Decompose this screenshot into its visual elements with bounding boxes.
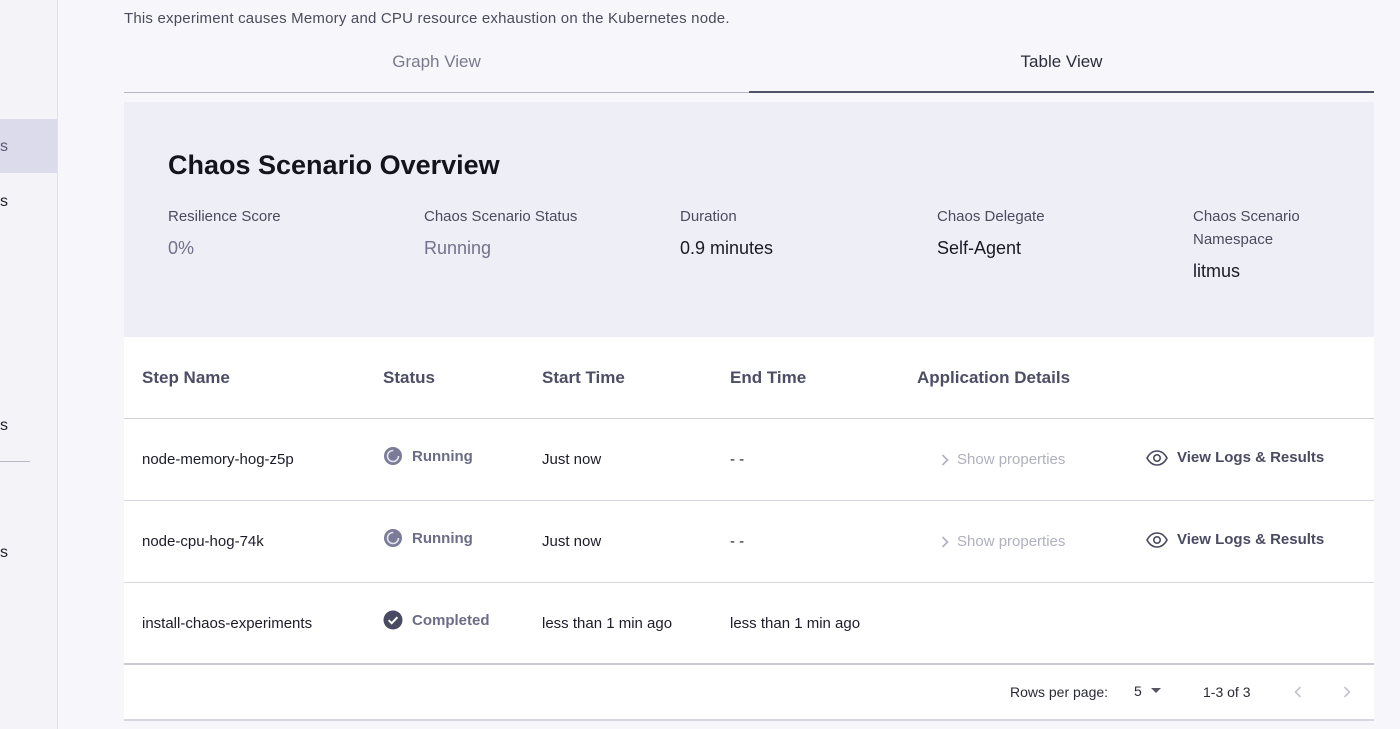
sidebar-item-label: s — [0, 193, 8, 210]
column-header-status[interactable]: Status — [383, 368, 435, 388]
scenario-overview-panel: Chaos Scenario Overview Resilience Score… — [124, 102, 1374, 337]
view-logs-button[interactable]: View Logs & Results — [1146, 449, 1324, 466]
caret-down-icon — [1150, 688, 1161, 693]
sidebar-item-label: s — [0, 417, 8, 434]
overview-duration: Duration 0.9 minutes — [680, 205, 920, 259]
table-row: install-chaos-experiments Completed less… — [124, 583, 1374, 665]
steps-table: Step Name Status Start Time End Time App… — [124, 337, 1374, 721]
tab-graph-view[interactable]: Graph View — [124, 40, 749, 93]
column-header-end-time[interactable]: End Time — [730, 368, 806, 388]
table-row: node-memory-hog-z5p Running Just now - -… — [124, 419, 1374, 501]
field-label: Resilience Score — [168, 208, 281, 225]
show-properties-button[interactable]: Show properties — [941, 533, 1065, 550]
table-pagination: Rows per page: 5 1-3 of 3 — [124, 665, 1374, 721]
chevron-left-icon — [1294, 686, 1302, 698]
sidebar-item-label: s — [0, 544, 8, 561]
status-badge: Completed — [383, 610, 490, 630]
status-badge: Running — [383, 446, 473, 466]
chevron-right-icon — [941, 535, 949, 548]
field-value: 0.9 minutes — [680, 238, 774, 258]
end-time: - - — [730, 533, 745, 550]
table-header: Step Name Status Start Time End Time App… — [124, 337, 1374, 419]
eye-icon — [1146, 531, 1168, 548]
step-name: node-cpu-hog-74k — [142, 533, 264, 550]
start-time: Just now — [542, 451, 602, 468]
next-page-button[interactable] — [1337, 682, 1357, 702]
running-status-icon — [384, 447, 402, 465]
sidebar-item-label: s — [0, 138, 8, 155]
running-status-icon — [384, 529, 402, 547]
status-label: Running — [412, 529, 473, 547]
table-row: node-cpu-hog-74k Running Just now - - Sh… — [124, 501, 1374, 583]
sidebar-item[interactable]: s — [0, 417, 57, 435]
experiment-description: This experiment causes Memory and CPU re… — [124, 10, 730, 27]
sidebar-divider — [0, 461, 30, 462]
eye-icon — [1146, 449, 1168, 466]
show-properties-button[interactable]: Show properties — [941, 451, 1065, 468]
view-logs-label: View Logs & Results — [1177, 531, 1325, 548]
previous-page-button[interactable] — [1288, 682, 1308, 702]
step-name: node-memory-hog-z5p — [142, 451, 294, 468]
field-label: Chaos Scenario Status — [424, 208, 578, 225]
status-label: Completed — [412, 611, 490, 629]
overview-scenario-status: Chaos Scenario Status Running — [424, 205, 664, 259]
sidebar: s s s s — [0, 0, 58, 729]
field-value: litmus — [1193, 261, 1241, 281]
overview-title: Chaos Scenario Overview — [168, 150, 500, 180]
rows-per-page-value: 5 — [1134, 683, 1142, 699]
pagination-range: 1-3 of 3 — [1203, 684, 1251, 700]
tab-table-view[interactable]: Table View — [749, 40, 1374, 93]
field-label: Chaos Scenario Namespace — [1193, 208, 1300, 248]
rows-per-page-label: Rows per page: — [1010, 684, 1109, 700]
sidebar-item[interactable]: s — [0, 193, 57, 211]
field-label: Chaos Delegate — [937, 208, 1045, 225]
field-label: Duration — [680, 208, 737, 225]
end-time: - - — [730, 451, 745, 468]
column-header-start-time[interactable]: Start Time — [542, 368, 625, 388]
field-value: Running — [424, 238, 492, 258]
show-properties-label: Show properties — [957, 533, 1066, 550]
column-header-application-details: Application Details — [917, 368, 1071, 387]
field-value: Self-Agent — [937, 238, 1022, 258]
column-header-step-name[interactable]: Step Name — [142, 368, 230, 388]
overview-namespace: Chaos Scenario Namespace litmus — [1193, 205, 1333, 282]
start-time: Just now — [542, 533, 602, 550]
step-name: install-chaos-experiments — [142, 615, 313, 632]
show-properties-label: Show properties — [957, 451, 1066, 468]
overview-resilience-score: Resilience Score 0% — [168, 205, 408, 259]
view-logs-button[interactable]: View Logs & Results — [1146, 531, 1324, 548]
sidebar-item[interactable]: s — [0, 544, 57, 562]
status-label: Running — [412, 447, 473, 465]
chevron-right-icon — [1343, 686, 1351, 698]
status-badge: Running — [383, 528, 473, 548]
rows-per-page-select[interactable]: 5 — [1134, 683, 1161, 699]
field-value: 0% — [168, 238, 195, 258]
overview-chaos-delegate: Chaos Delegate Self-Agent — [937, 205, 1177, 259]
check-circle-icon — [383, 610, 403, 630]
end-time: less than 1 min ago — [730, 615, 861, 632]
view-logs-label: View Logs & Results — [1177, 449, 1325, 466]
view-tabs: Graph View Table View — [124, 40, 1374, 93]
start-time: less than 1 min ago — [542, 615, 673, 632]
chevron-right-icon — [941, 453, 949, 466]
sidebar-item-active[interactable]: s — [0, 119, 57, 173]
